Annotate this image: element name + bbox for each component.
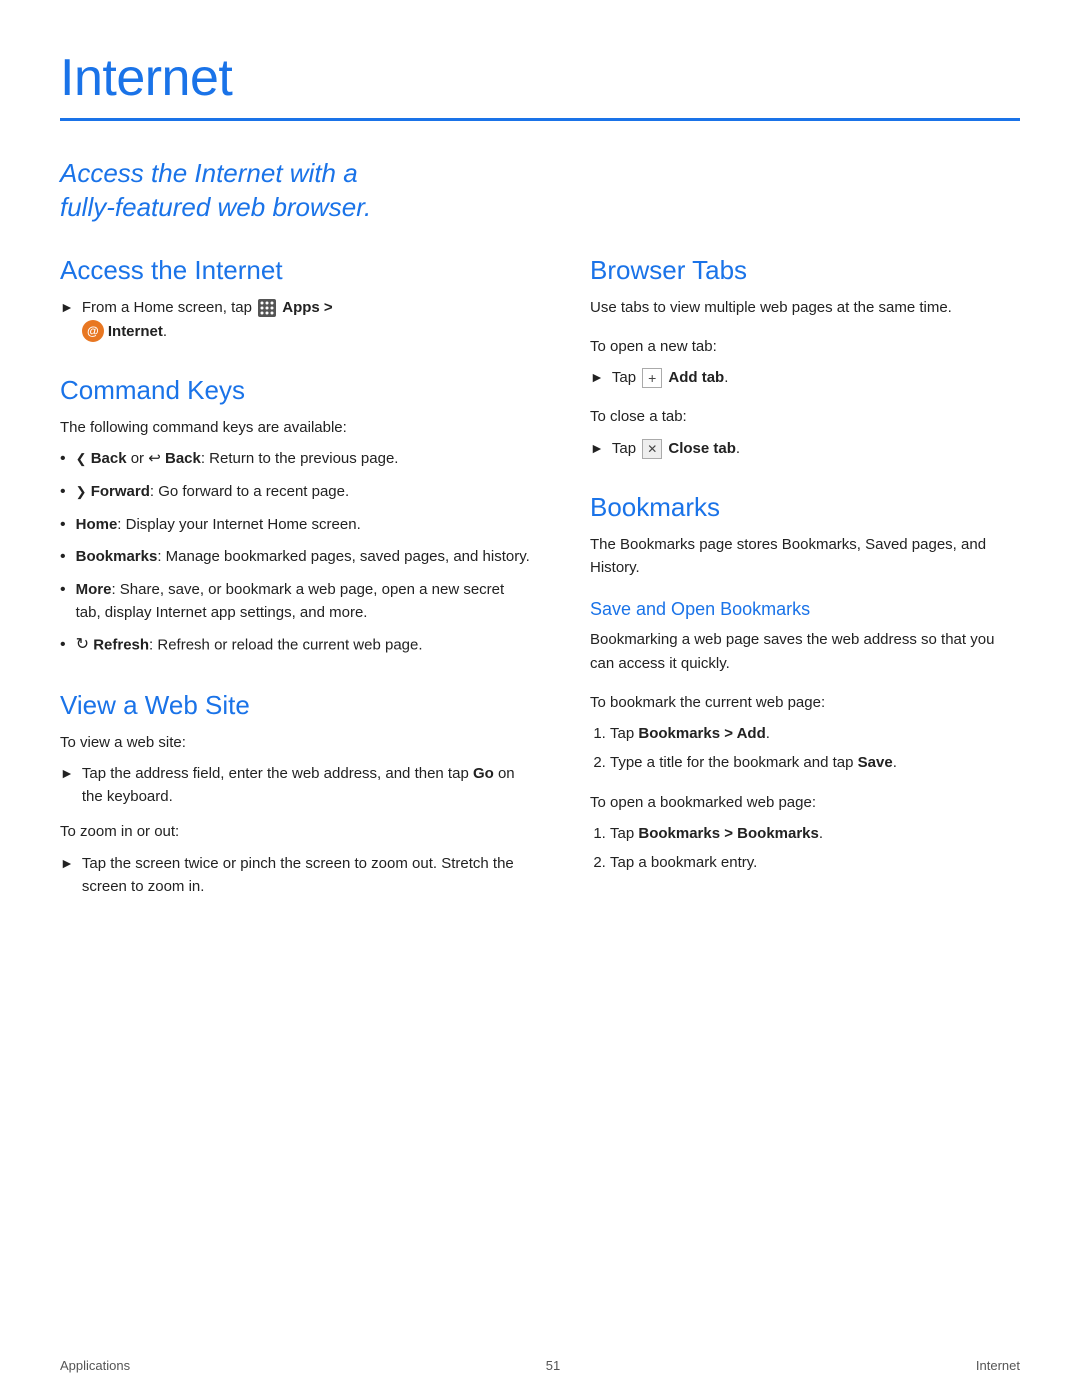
arrow-icon-3: ► <box>60 853 74 875</box>
section-access-internet: Access the Internet ► From a Home screen… <box>60 255 530 343</box>
dot-icon-5: • <box>60 578 66 603</box>
dot-icon-6: • <box>60 633 66 658</box>
cmd-back: • ❮ Back or ↩ Back: Return to the previo… <box>60 447 530 472</box>
bookmark-steps-list: Tap Bookmarks > Add. Type a title for th… <box>590 722 1020 775</box>
access-internet-title: Access the Internet <box>60 255 530 286</box>
back-chevron-icon: ❮ <box>76 451 87 466</box>
browser-tabs-desc: Use tabs to view multiple web pages at t… <box>590 296 1020 319</box>
open-bookmarked-label: To open a bookmarked web page: <box>590 791 1020 814</box>
open-tab-step: ► Tap + Add tab. <box>590 366 1020 389</box>
save-open-title: Save and Open Bookmarks <box>590 599 1020 620</box>
save-open-bookmarks: Save and Open Bookmarks Bookmarking a we… <box>590 599 1020 874</box>
apps-grid-icon <box>258 299 276 317</box>
browser-tabs-title: Browser Tabs <box>590 255 1020 286</box>
bookmarks-title: Bookmarks <box>590 492 1020 523</box>
open-bookmark-step-1: Tap Bookmarks > Bookmarks. <box>610 822 1020 845</box>
internet-label: Internet <box>108 320 163 343</box>
footer-right: Internet <box>976 1358 1020 1373</box>
dot-icon-3: • <box>60 513 66 538</box>
title-rule <box>60 118 1020 121</box>
arrow-icon: ► <box>60 297 74 319</box>
arrow-icon-2: ► <box>60 763 74 785</box>
right-column: Browser Tabs Use tabs to view multiple w… <box>590 255 1020 930</box>
cmd-refresh: • ↻ Refresh: Refresh or reload the curre… <box>60 633 530 658</box>
bookmark-step-2: Type a title for the bookmark and tap Sa… <box>610 751 1020 774</box>
back-arrow-icon: ↩ <box>148 447 161 470</box>
arrow-icon-5: ► <box>590 438 604 460</box>
open-bookmark-step-2: Tap a bookmark entry. <box>610 851 1020 874</box>
view-web-site-step1: ► Tap the address field, enter the web a… <box>60 762 530 809</box>
section-command-keys: Command Keys The following command keys … <box>60 375 530 658</box>
cmd-home: • Home: Display your Internet Home scree… <box>60 513 530 538</box>
footer-page-number: 51 <box>130 1358 976 1373</box>
view-web-site-title: View a Web Site <box>60 690 530 721</box>
tagline: Access the Internet with a fully-feature… <box>60 157 1020 225</box>
two-column-layout: Access the Internet ► From a Home screen… <box>60 255 1020 930</box>
cmd-forward: • ❯ Forward: Go forward to a recent page… <box>60 480 530 505</box>
forward-chevron-icon: ❯ <box>76 484 87 499</box>
page-footer: Applications 51 Internet <box>0 1358 1080 1373</box>
open-tab-label: To open a new tab: <box>590 335 1020 358</box>
footer-left: Applications <box>60 1358 130 1373</box>
view-web-site-intro1: To view a web site: <box>60 731 530 754</box>
view-web-site-step2: ► Tap the screen twice or pinch the scre… <box>60 852 530 899</box>
bookmarks-desc: The Bookmarks page stores Bookmarks, Sav… <box>590 533 1020 580</box>
section-view-web-site: View a Web Site To view a web site: ► Ta… <box>60 690 530 899</box>
arrow-icon-4: ► <box>590 367 604 389</box>
refresh-icon: ↻ <box>76 633 89 658</box>
section-browser-tabs: Browser Tabs Use tabs to view multiple w… <box>590 255 1020 460</box>
command-keys-title: Command Keys <box>60 375 530 406</box>
section-bookmarks: Bookmarks The Bookmarks page stores Book… <box>590 492 1020 875</box>
save-desc: Bookmarking a web page saves the web add… <box>590 628 1020 675</box>
page-title: Internet <box>60 48 1020 108</box>
dot-icon-2: • <box>60 480 66 505</box>
close-tab-label: To close a tab: <box>590 405 1020 428</box>
dot-icon-4: • <box>60 545 66 570</box>
cmd-more: • More: Share, save, or bookmark a web p… <box>60 578 530 625</box>
left-column: Access the Internet ► From a Home screen… <box>60 255 530 930</box>
close-tab-step: ► Tap ✕ Close tab. <box>590 437 1020 460</box>
bookmark-label: To bookmark the current web page: <box>590 691 1020 714</box>
cmd-bookmarks: • Bookmarks: Manage bookmarked pages, sa… <box>60 545 530 570</box>
close-tab-icon: ✕ <box>642 439 662 459</box>
internet-app-icon: @ <box>82 320 104 342</box>
open-bookmark-steps-list: Tap Bookmarks > Bookmarks. Tap a bookmar… <box>590 822 1020 875</box>
add-tab-icon: + <box>642 368 662 388</box>
access-internet-step: ► From a Home screen, tap Apps > @ Inter… <box>60 296 530 343</box>
view-web-site-intro2: To zoom in or out: <box>60 820 530 843</box>
page-container: Internet Access the Internet with a full… <box>0 0 1080 990</box>
command-keys-intro: The following command keys are available… <box>60 416 530 439</box>
dot-icon: • <box>60 447 66 472</box>
bookmark-step-1: Tap Bookmarks > Add. <box>610 722 1020 745</box>
